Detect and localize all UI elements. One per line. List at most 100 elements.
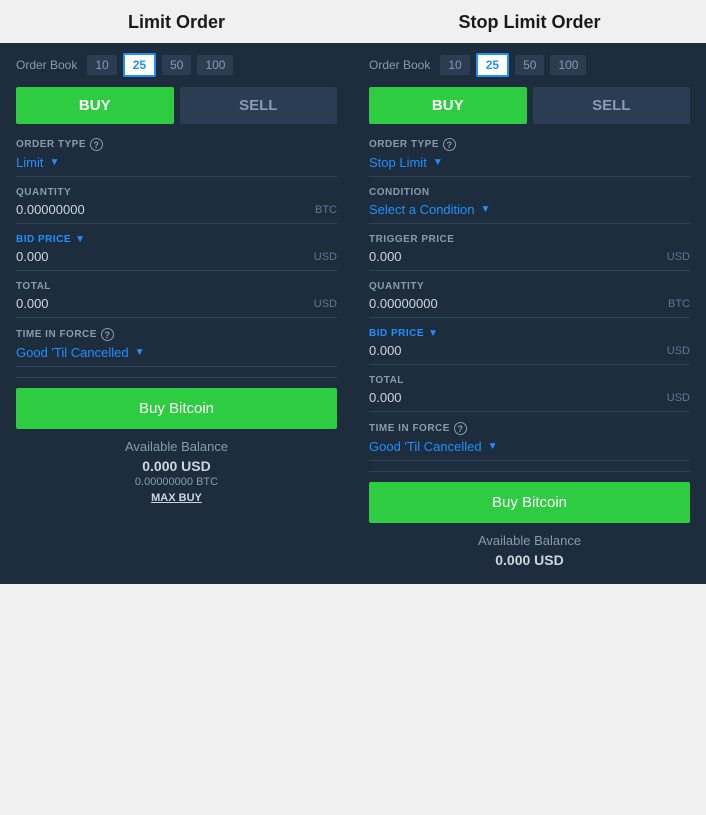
quantity-unit-left: BTC: [315, 204, 337, 216]
ob-btn-100-right[interactable]: 100: [550, 55, 586, 75]
total-section-left: TOTAL 0.000 USD: [0, 281, 353, 318]
bid-price-section-left: BID PRICE ▼ 0.000 USD: [0, 234, 353, 271]
time-in-force-arrow-left: ▼: [135, 347, 145, 358]
order-type-dropdown-right[interactable]: Stop Limit ▼: [369, 155, 690, 177]
quantity-value-row-right: 0.00000000 BTC: [369, 296, 690, 318]
order-book-label-right: Order Book: [369, 58, 430, 72]
total-section-right: TOTAL 0.000 USD: [353, 375, 706, 412]
quantity-value-right: 0.00000000: [369, 296, 438, 311]
quantity-value-row-left: 0.00000000 BTC: [16, 202, 337, 224]
total-value-left: 0.000: [16, 296, 49, 311]
ob-btn-50-left[interactable]: 50: [162, 55, 191, 75]
total-unit-right: USD: [667, 392, 690, 404]
time-in-force-help-right[interactable]: ?: [454, 422, 467, 435]
bid-price-label-right: BID PRICE ▼: [369, 328, 690, 339]
time-in-force-arrow-right: ▼: [488, 441, 498, 452]
divider-left: [16, 377, 337, 378]
quantity-label-right: QUANTITY: [369, 281, 690, 292]
total-unit-left: USD: [314, 298, 337, 310]
bid-price-section-right: BID PRICE ▼ 0.000 USD: [353, 328, 706, 365]
quantity-section-right: QUANTITY 0.00000000 BTC: [353, 281, 706, 318]
ob-btn-10-left[interactable]: 10: [87, 55, 116, 75]
limit-order-panel: Limit Order Order Book 10 25 50 100 BUY …: [0, 0, 353, 584]
condition-section-right: CONDITION Select a Condition ▼: [353, 187, 706, 224]
condition-arrow-right: ▼: [481, 204, 491, 215]
max-buy-left[interactable]: MAX BUY: [151, 492, 202, 504]
trigger-price-section-right: TRIGGER PRICE 0.000 USD: [353, 234, 706, 271]
total-label-left: TOTAL: [16, 281, 337, 292]
order-type-section-right: ORDER TYPE ? Stop Limit ▼: [353, 138, 706, 177]
buy-button-right[interactable]: BUY: [369, 87, 527, 124]
limit-order-title: Limit Order: [0, 0, 353, 43]
ob-btn-100-left[interactable]: 100: [197, 55, 233, 75]
time-in-force-section-right: TIME IN FORCE ? Good 'Til Cancelled ▼: [353, 422, 706, 461]
bid-price-arrow-left[interactable]: ▼: [75, 234, 85, 245]
trigger-price-unit-right: USD: [667, 251, 690, 263]
bid-price-value-row-left: 0.000 USD: [16, 249, 337, 271]
order-type-label-right: ORDER TYPE ?: [369, 138, 690, 151]
total-value-row-right: 0.000 USD: [369, 390, 690, 412]
bid-price-arrow-right[interactable]: ▼: [428, 328, 438, 339]
time-in-force-label-left: TIME IN FORCE ?: [16, 328, 337, 341]
order-type-help-right[interactable]: ?: [443, 138, 456, 151]
order-type-arrow-left: ▼: [49, 157, 59, 168]
ob-btn-10-right[interactable]: 10: [440, 55, 469, 75]
bid-price-value-left: 0.000: [16, 249, 49, 264]
order-book-row-right: Order Book 10 25 50 100: [353, 43, 706, 87]
buy-sell-right: BUY SELL: [369, 87, 690, 124]
stop-limit-order-title: Stop Limit Order: [353, 0, 706, 43]
time-in-force-dropdown-right[interactable]: Good 'Til Cancelled ▼: [369, 439, 690, 461]
order-type-dropdown-left[interactable]: Limit ▼: [16, 155, 337, 177]
time-in-force-section-left: TIME IN FORCE ? Good 'Til Cancelled ▼: [0, 328, 353, 367]
available-balance-left: Available Balance 0.000 USD 0.00000000 B…: [0, 439, 353, 506]
divider-right: [369, 471, 690, 472]
trigger-price-label-right: TRIGGER PRICE: [369, 234, 690, 245]
total-value-right: 0.000: [369, 390, 402, 405]
order-type-section-left: ORDER TYPE ? Limit ▼: [0, 138, 353, 177]
bid-price-value-right: 0.000: [369, 343, 402, 358]
sell-button-right[interactable]: SELL: [533, 87, 691, 124]
condition-dropdown-right[interactable]: Select a Condition ▼: [369, 202, 690, 224]
buy-bitcoin-button-left[interactable]: Buy Bitcoin: [16, 388, 337, 429]
quantity-label-left: QUANTITY: [16, 187, 337, 198]
quantity-unit-right: BTC: [668, 298, 690, 310]
avail-usd-left: 0.000 USD: [16, 458, 337, 474]
order-type-value-right: Stop Limit: [369, 155, 427, 170]
time-in-force-value-right: Good 'Til Cancelled: [369, 439, 482, 454]
avail-usd-right: 0.000 USD: [369, 552, 690, 568]
condition-value-right: Select a Condition: [369, 202, 475, 217]
quantity-section-left: QUANTITY 0.00000000 BTC: [0, 187, 353, 224]
time-in-force-dropdown-left[interactable]: Good 'Til Cancelled ▼: [16, 345, 337, 367]
available-balance-right: Available Balance 0.000 USD: [353, 533, 706, 568]
trigger-price-value-right: 0.000: [369, 249, 402, 264]
sell-button-left[interactable]: SELL: [180, 87, 338, 124]
ob-btn-25-right[interactable]: 25: [476, 53, 509, 77]
stop-limit-order-panel: Stop Limit Order Order Book 10 25 50 100…: [353, 0, 706, 584]
buy-button-left[interactable]: BUY: [16, 87, 174, 124]
buy-sell-left: BUY SELL: [16, 87, 337, 124]
avail-label-left: Available Balance: [16, 439, 337, 454]
trigger-price-value-row-right: 0.000 USD: [369, 249, 690, 271]
time-in-force-help-left[interactable]: ?: [101, 328, 114, 341]
order-type-label-left: ORDER TYPE ?: [16, 138, 337, 151]
total-value-row-left: 0.000 USD: [16, 296, 337, 318]
order-type-help-left[interactable]: ?: [90, 138, 103, 151]
quantity-value-left: 0.00000000: [16, 202, 85, 217]
order-book-label-left: Order Book: [16, 58, 77, 72]
bid-price-unit-left: USD: [314, 251, 337, 263]
time-in-force-label-right: TIME IN FORCE ?: [369, 422, 690, 435]
order-type-arrow-right: ▼: [433, 157, 443, 168]
buy-bitcoin-button-right[interactable]: Buy Bitcoin: [369, 482, 690, 523]
ob-btn-25-left[interactable]: 25: [123, 53, 156, 77]
order-type-value-left: Limit: [16, 155, 43, 170]
order-book-row-left: Order Book 10 25 50 100: [0, 43, 353, 87]
avail-label-right: Available Balance: [369, 533, 690, 548]
bid-price-label-left: BID PRICE ▼: [16, 234, 337, 245]
total-label-right: TOTAL: [369, 375, 690, 386]
bid-price-value-row-right: 0.000 USD: [369, 343, 690, 365]
condition-label-right: CONDITION: [369, 187, 690, 198]
avail-btc-left: 0.00000000 BTC: [16, 476, 337, 488]
bid-price-unit-right: USD: [667, 345, 690, 357]
ob-btn-50-right[interactable]: 50: [515, 55, 544, 75]
time-in-force-value-left: Good 'Til Cancelled: [16, 345, 129, 360]
